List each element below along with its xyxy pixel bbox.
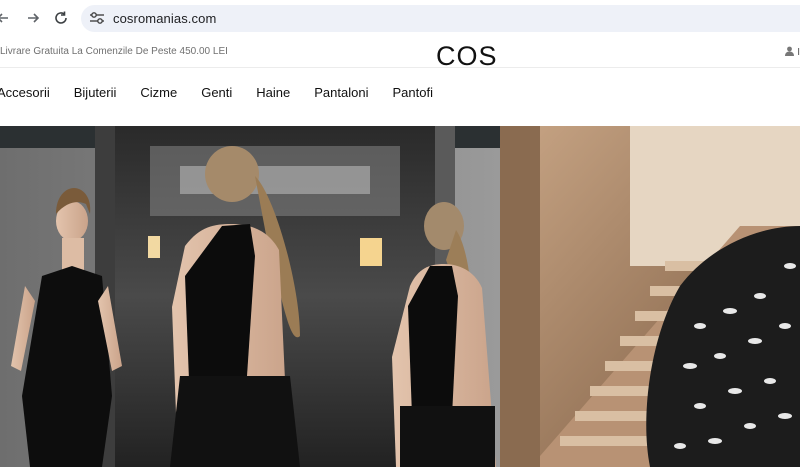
nav-item-pantofi[interactable]: Pantofi xyxy=(392,85,432,100)
nav-item-pantaloni[interactable]: Pantaloni xyxy=(314,85,368,100)
hero-campaign-image[interactable] xyxy=(0,126,800,467)
back-button[interactable] xyxy=(0,9,12,27)
main-nav: Accesorii Bijuterii Cizme Genti Haine Pa… xyxy=(0,85,457,100)
address-bar[interactable]: cosromanias.com xyxy=(81,5,800,32)
header-divider xyxy=(0,67,800,68)
hero-photo xyxy=(0,126,800,467)
browser-toolbar: cosromanias.com xyxy=(0,0,800,37)
nav-item-accesorii[interactable]: Accesorii xyxy=(0,85,50,100)
url-text[interactable]: cosromanias.com xyxy=(113,11,216,26)
free-shipping-banner: Livrare Gratuita La Comenzile De Peste 4… xyxy=(0,46,228,57)
reload-icon xyxy=(55,11,67,24)
site-header: Livrare Gratuita La Comenzile De Peste 4… xyxy=(0,37,800,126)
user-icon xyxy=(785,46,795,56)
nav-item-cizme[interactable]: Cizme xyxy=(140,85,177,100)
nav-item-genti[interactable]: Genti xyxy=(201,85,232,100)
reload-button[interactable] xyxy=(52,9,70,27)
tune-icon[interactable] xyxy=(89,11,105,25)
arrow-right-icon xyxy=(28,13,40,23)
nav-item-bijuterii[interactable]: Bijuterii xyxy=(74,85,117,100)
arrow-left-icon xyxy=(0,13,8,23)
account-link[interactable]: I xyxy=(785,46,800,58)
nav-item-haine[interactable]: Haine xyxy=(256,85,290,100)
forward-button[interactable] xyxy=(24,9,42,27)
